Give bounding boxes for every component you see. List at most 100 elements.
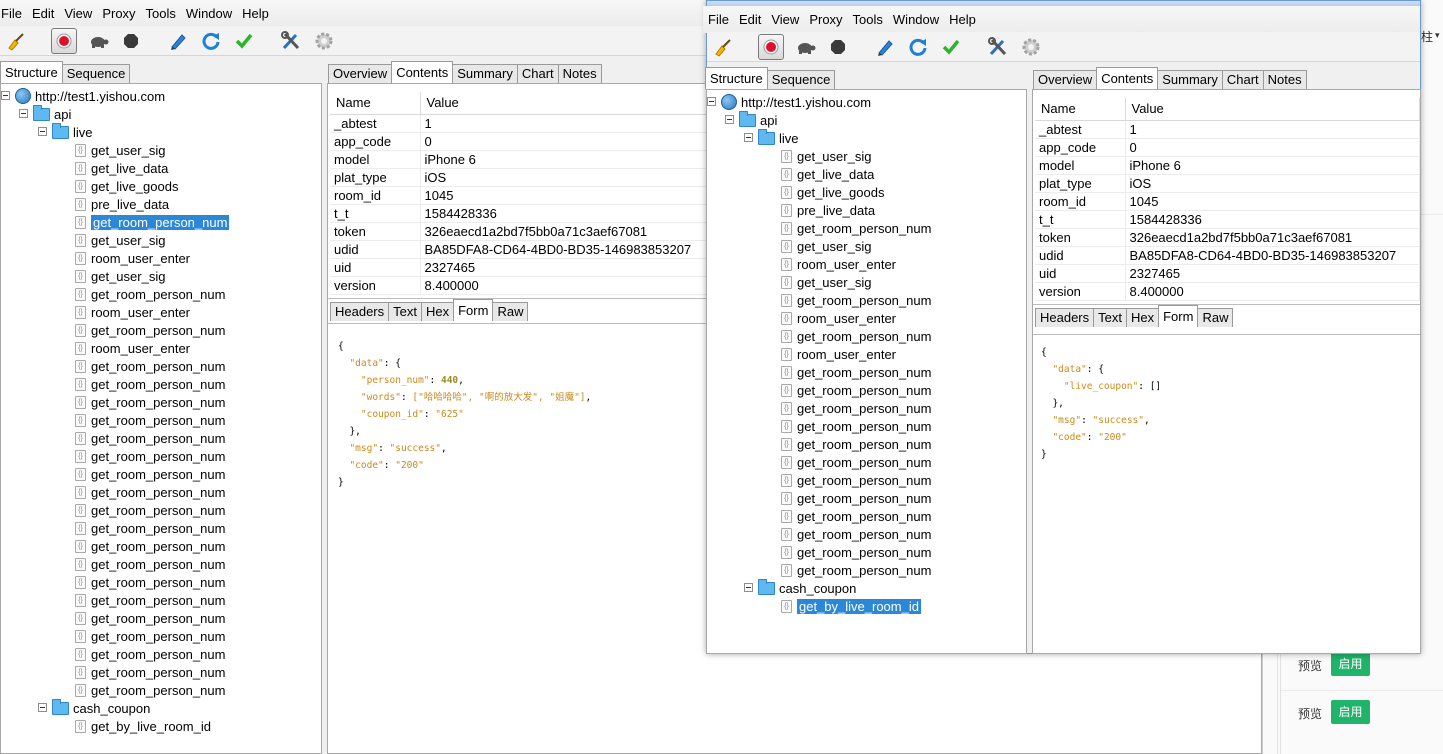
- column-header-value[interactable]: Value: [1125, 98, 1420, 121]
- record-icon[interactable]: [51, 27, 77, 54]
- table-row[interactable]: room_id 1045: [1035, 192, 1420, 211]
- tree-request-item[interactable]: {} get_room_person_num: [75, 663, 225, 681]
- chevron-down-icon[interactable]: ▾: [1435, 30, 1440, 41]
- tree-request-item[interactable]: {} get_live_goods: [781, 183, 884, 201]
- table-row[interactable]: version 8.400000: [1035, 282, 1420, 301]
- tree-request-item[interactable]: {} get_live_goods: [75, 177, 178, 195]
- menu-edit[interactable]: Edit: [27, 0, 59, 27]
- tab-overview[interactable]: Overview: [1033, 70, 1098, 89]
- tree-request-item[interactable]: {} get_room_person_num: [75, 519, 225, 537]
- preview-link[interactable]: 预览: [1298, 657, 1322, 674]
- tree-request-item[interactable]: {} get_room_person_num: [75, 375, 225, 393]
- pen-icon[interactable]: [166, 29, 190, 53]
- tab-overview[interactable]: Overview: [328, 64, 393, 83]
- table-row[interactable]: udid BA85DFA8-CD64-4BD0-BD35-146983853207: [1035, 246, 1420, 265]
- tree-request-item[interactable]: {} get_room_person_num: [75, 285, 225, 303]
- menu-help[interactable]: Help: [237, 0, 274, 27]
- tree-request-item[interactable]: {} get_room_person_num: [75, 429, 225, 447]
- tab-structure[interactable]: Structure: [0, 61, 63, 83]
- menu-window[interactable]: Window: [888, 6, 944, 33]
- tree-request-item[interactable]: {} get_room_person_num: [781, 507, 931, 525]
- tree-request-item[interactable]: {} get_user_sig: [75, 141, 165, 159]
- tree-request-item[interactable]: {} room_user_enter: [75, 249, 190, 267]
- tree-request-item[interactable]: {} get_user_sig: [781, 147, 871, 165]
- tree-folder-cash-coupon[interactable]: cash_coupon: [38, 698, 150, 717]
- tab-chart[interactable]: Chart: [516, 64, 559, 83]
- tab-hex[interactable]: Hex: [420, 302, 455, 321]
- tab-summary[interactable]: Summary: [452, 64, 518, 83]
- tree-folder-live[interactable]: live: [744, 128, 799, 147]
- table-row[interactable]: plat_type iOS: [1035, 174, 1420, 193]
- tab-headers[interactable]: Headers: [1035, 308, 1095, 327]
- gear-icon[interactable]: [312, 29, 336, 53]
- tree-request-item[interactable]: {} room_user_enter: [75, 339, 190, 357]
- stop-hex-icon[interactable]: [826, 35, 850, 59]
- tree-request-item[interactable]: {} get_user_sig: [75, 231, 165, 249]
- column-header-name[interactable]: Name: [1035, 98, 1126, 121]
- turtle-icon[interactable]: [793, 35, 817, 59]
- tab-form[interactable]: Form: [1158, 305, 1199, 327]
- tree-request-item[interactable]: {} get_room_person_num: [75, 537, 225, 555]
- tree-request-item[interactable]: {} get_room_person_num: [75, 357, 225, 375]
- tab-chart[interactable]: Chart: [1221, 70, 1264, 89]
- tree-request-item[interactable]: {} pre_live_data: [75, 195, 169, 213]
- collapse-toggle-icon[interactable]: [744, 583, 753, 592]
- table-row[interactable]: model iPhone 6: [1035, 156, 1420, 175]
- tree-request-item[interactable]: {} get_room_person_num: [781, 417, 931, 435]
- tree-request-item[interactable]: {} get_by_live_room_id: [781, 597, 922, 615]
- tree-request-item[interactable]: {} get_by_live_room_id: [75, 717, 211, 735]
- tab-text[interactable]: Text: [1093, 308, 1127, 327]
- tree-request-item[interactable]: {} get_room_person_num: [781, 471, 931, 489]
- tree-request-item[interactable]: {} get_room_person_num: [781, 381, 931, 399]
- tab-raw[interactable]: Raw: [1197, 308, 1234, 327]
- tab-headers[interactable]: Headers: [330, 302, 390, 321]
- tree-request-item[interactable]: {} get_room_person_num: [781, 363, 931, 381]
- tab-text[interactable]: Text: [388, 302, 422, 321]
- check-icon[interactable]: [939, 35, 963, 59]
- preview-link[interactable]: 预览: [1298, 705, 1322, 722]
- table-row[interactable]: app_code 0: [1035, 138, 1420, 157]
- tree-folder-cash-coupon[interactable]: cash_coupon: [744, 578, 856, 597]
- collapse-toggle-icon[interactable]: [38, 703, 47, 712]
- refresh-icon[interactable]: [906, 35, 930, 59]
- tools-icon[interactable]: [986, 35, 1010, 59]
- tree-request-item[interactable]: {} get_room_person_num: [75, 447, 225, 465]
- record-icon[interactable]: [758, 33, 784, 60]
- tab-contents[interactable]: Contents: [391, 61, 454, 83]
- tree-request-item[interactable]: {} get_room_person_num: [75, 411, 225, 429]
- collapse-toggle-icon[interactable]: [707, 97, 716, 106]
- tab-sequence[interactable]: Sequence: [766, 70, 836, 89]
- menu-proxy[interactable]: Proxy: [97, 0, 140, 27]
- tree-folder-api[interactable]: api: [19, 104, 71, 123]
- tree-request-item[interactable]: {} get_user_sig: [75, 267, 165, 285]
- tab-summary[interactable]: Summary: [1157, 70, 1223, 89]
- menu-view[interactable]: View: [766, 6, 804, 33]
- menu-window[interactable]: Window: [181, 0, 237, 27]
- menu-edit[interactable]: Edit: [734, 6, 766, 33]
- tab-notes[interactable]: Notes: [1262, 70, 1307, 89]
- tree-request-item[interactable]: {} room_user_enter: [781, 309, 896, 327]
- tree-request-item[interactable]: {} get_room_person_num: [75, 555, 225, 573]
- broom-icon[interactable]: [4, 29, 28, 53]
- tab-contents[interactable]: Contents: [1096, 67, 1159, 89]
- tree-request-item[interactable]: {} get_room_person_num: [781, 489, 931, 507]
- menu-tools[interactable]: Tools: [141, 0, 181, 27]
- tree-request-item[interactable]: {} get_room_person_num: [781, 543, 931, 561]
- stop-hex-icon[interactable]: [119, 29, 143, 53]
- tree-request-item[interactable]: {} get_room_person_num: [75, 393, 225, 411]
- table-row[interactable]: _abtest 1: [1035, 120, 1420, 139]
- tree-host[interactable]: http://test1.yishou.com: [1, 87, 165, 105]
- tree-request-item[interactable]: {} get_room_person_num: [75, 681, 225, 699]
- tree-request-item[interactable]: {} get_room_person_num: [75, 573, 225, 591]
- table-row[interactable]: t_t 1584428336: [1035, 210, 1420, 229]
- tree-request-item[interactable]: {} get_live_data: [781, 165, 874, 183]
- tree-request-item[interactable]: {} get_room_person_num: [781, 435, 931, 453]
- tree-folder-live[interactable]: live: [38, 122, 93, 141]
- tree-request-item[interactable]: {} room_user_enter: [781, 255, 896, 273]
- gear-icon[interactable]: [1019, 35, 1043, 59]
- tree-request-item[interactable]: {} get_room_person_num: [75, 321, 225, 339]
- collapse-toggle-icon[interactable]: [744, 133, 753, 142]
- tree-request-item[interactable]: {} get_room_person_num: [781, 525, 931, 543]
- collapse-toggle-icon[interactable]: [1, 91, 10, 100]
- menu-file[interactable]: File: [0, 0, 27, 27]
